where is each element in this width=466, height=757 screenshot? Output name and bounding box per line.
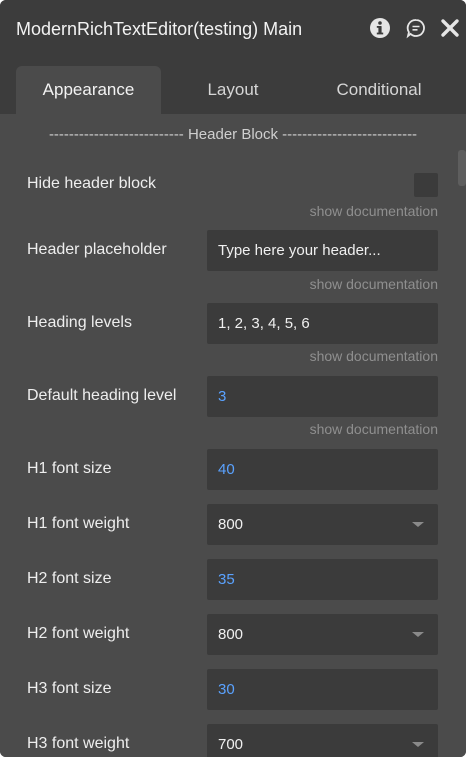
show-documentation-link[interactable]: show documentation <box>310 203 438 219</box>
tab-conditional[interactable]: Conditional <box>305 66 453 114</box>
h3-font-size-input[interactable]: 30 <box>207 669 438 710</box>
h2-font-size-label: H2 font size <box>27 570 112 587</box>
chevron-down-icon <box>412 742 424 747</box>
heading-levels-label: Heading levels <box>27 314 132 331</box>
tab-layout[interactable]: Layout <box>174 66 292 114</box>
h2-font-size-input[interactable]: 35 <box>207 559 438 600</box>
info-icon[interactable] <box>369 17 391 39</box>
h1-font-weight-dropdown[interactable]: 800 <box>207 504 438 545</box>
h2-font-weight-dropdown[interactable]: 800 <box>207 614 438 655</box>
show-documentation-link[interactable]: show documentation <box>310 421 438 437</box>
h3-font-weight-label: H3 font weight <box>27 735 130 752</box>
show-documentation-link[interactable]: show documentation <box>310 276 438 292</box>
h1-font-size-input[interactable]: 40 <box>207 449 438 490</box>
chevron-down-icon <box>412 632 424 637</box>
chevron-down-icon <box>412 522 424 527</box>
h3-font-weight-dropdown[interactable]: 700 <box>207 724 438 757</box>
hide-header-checkbox[interactable] <box>414 173 438 197</box>
scrollbar-thumb[interactable] <box>458 150 466 186</box>
section-divider-header-block: --------------------------- Header Block… <box>48 126 418 143</box>
h1-font-weight-value: 800 <box>218 516 244 533</box>
close-icon[interactable] <box>439 17 461 39</box>
header-placeholder-label: Header placeholder <box>27 241 167 258</box>
h1-font-weight-label: H1 font weight <box>27 515 130 532</box>
chat-icon[interactable] <box>405 17 427 39</box>
default-heading-level-input[interactable]: 3 <box>207 376 438 417</box>
show-documentation-link[interactable]: show documentation <box>310 348 438 364</box>
tab-appearance[interactable]: Appearance <box>16 66 161 114</box>
default-heading-level-label: Default heading level <box>27 387 177 404</box>
panel-title: ModernRichTextEditor(testing) Main <box>16 19 303 39</box>
tab-bar: Appearance Layout Conditional <box>0 58 466 114</box>
h2-font-weight-label: H2 font weight <box>27 625 130 642</box>
h3-font-size-label: H3 font size <box>27 680 112 697</box>
h3-font-weight-value: 700 <box>218 736 244 753</box>
panel-titlebar[interactable]: ModernRichTextEditor(testing) Main <box>0 0 466 58</box>
hide-header-label: Hide header block <box>27 175 156 192</box>
property-editor-panel: ModernRichTextEditor(testing) Main Appea… <box>0 0 466 757</box>
h2-font-weight-value: 800 <box>218 626 244 643</box>
header-placeholder-input[interactable]: Type here your header... <box>207 230 438 271</box>
h1-font-size-label: H1 font size <box>27 460 112 477</box>
properties-content: --------------------------- Header Block… <box>0 114 466 757</box>
heading-levels-input[interactable]: 1, 2, 3, 4, 5, 6 <box>207 303 438 344</box>
